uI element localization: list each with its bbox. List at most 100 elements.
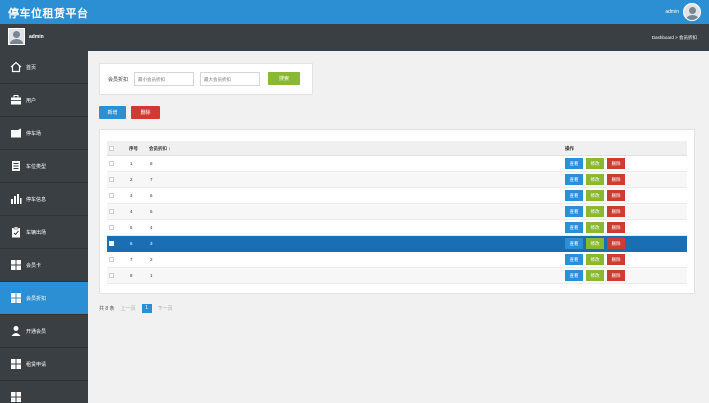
delete-row-button[interactable]: 删除 xyxy=(607,158,625,169)
cell-seq: 3 xyxy=(130,193,133,198)
view-button[interactable]: 查看 xyxy=(565,270,583,281)
prev-page-link[interactable]: 上一页 xyxy=(121,305,136,312)
search-button[interactable]: 搜索 xyxy=(268,72,300,85)
building-icon xyxy=(10,127,22,139)
sidebar-item-label: 停车场 xyxy=(26,130,42,137)
search-label: 会员折扣 xyxy=(108,77,129,83)
sidebar-item-lease-application[interactable]: 租赁申请 xyxy=(0,348,88,381)
add-button[interactable]: 新增 xyxy=(99,106,126,119)
view-button[interactable]: 查看 xyxy=(565,174,583,185)
cell-discount: 4 xyxy=(150,225,153,230)
avatar[interactable] xyxy=(683,3,701,21)
edit-button[interactable]: 修改 xyxy=(586,238,604,249)
sidebar-user: admin xyxy=(8,28,44,45)
table-row-selected[interactable]: 6 3 查看 修改 删除 xyxy=(107,236,687,252)
search-panel: 会员折扣 搜索 xyxy=(99,63,313,95)
table-header: 序号 会员折扣 ↕ 操作 xyxy=(107,141,687,156)
cell-discount: 3 xyxy=(150,241,153,246)
table-row[interactable]: 3 6 查看 修改 删除 xyxy=(107,188,687,204)
delete-row-button[interactable]: 删除 xyxy=(607,238,625,249)
sidebar-item-label: 会员卡 xyxy=(26,262,42,269)
delete-row-button[interactable]: 删除 xyxy=(607,270,625,281)
sidebar: 首页 用户 停车场 车位类型 停车信息 车辆出场 会员卡 会员折扣 开通会员 租… xyxy=(0,51,88,403)
top-user-menu[interactable]: admin xyxy=(665,2,701,22)
row-checkbox[interactable] xyxy=(109,161,114,166)
min-discount-input[interactable] xyxy=(134,72,194,86)
grid-icon xyxy=(10,292,22,304)
view-button[interactable]: 查看 xyxy=(565,190,583,201)
delete-row-button[interactable]: 删除 xyxy=(607,190,625,201)
sidebar-item-parking-lot[interactable]: 停车场 xyxy=(0,117,88,150)
current-page[interactable]: 1 xyxy=(141,303,152,313)
sidebar-item-label: 车位类型 xyxy=(26,163,47,170)
sidebar-item-users[interactable]: 用户 xyxy=(0,84,88,117)
sidebar-item-open-membership[interactable]: 开通会员 xyxy=(0,315,88,348)
delete-row-button[interactable]: 删除 xyxy=(607,174,625,185)
cell-seq: 1 xyxy=(130,161,133,166)
column-header-seq: 序号 xyxy=(129,146,138,151)
table-row[interactable]: 8 1 查看 修改 删除 xyxy=(107,268,687,284)
table-row[interactable]: 2 7 查看 修改 删除 xyxy=(107,172,687,188)
total-count: 共 8 条 xyxy=(99,305,115,312)
table-row[interactable]: 7 2 查看 修改 删除 xyxy=(107,252,687,268)
row-checkbox[interactable] xyxy=(109,225,114,230)
view-button[interactable]: 查看 xyxy=(565,158,583,169)
view-button[interactable]: 查看 xyxy=(565,254,583,265)
sidebar-item-label: 用户 xyxy=(26,97,37,104)
sidebar-item-label: 车辆出场 xyxy=(26,229,47,236)
sidebar-item-label: 停车信息 xyxy=(26,196,47,203)
cell-discount: 2 xyxy=(150,257,153,262)
table-row[interactable]: 4 5 查看 修改 删除 xyxy=(107,204,687,220)
edit-button[interactable]: 修改 xyxy=(586,190,604,201)
next-page-link[interactable]: 下一页 xyxy=(158,305,173,312)
grid-icon xyxy=(10,358,22,370)
data-table: 序号 会员折扣 ↕ 操作 1 8 查看 修改 删除 2 7 查看 修改 删除 3… xyxy=(99,129,695,294)
sidebar-item-parking-info[interactable]: 停车信息 xyxy=(0,183,88,216)
delete-row-button[interactable]: 删除 xyxy=(607,222,625,233)
cell-seq: 8 xyxy=(130,273,133,278)
breadcrumb[interactable]: Dashboard > 会员折扣 xyxy=(652,35,697,41)
sidebar-item-more[interactable] xyxy=(0,381,88,403)
row-checkbox[interactable] xyxy=(109,241,114,246)
sidebar-user-name: admin xyxy=(29,33,44,40)
user-icon xyxy=(10,325,22,337)
sidebar-item-label: 租赁申请 xyxy=(26,361,47,368)
clipboard-icon xyxy=(10,226,22,238)
grid-icon xyxy=(10,391,22,403)
cell-discount: 5 xyxy=(150,209,153,214)
edit-button[interactable]: 修改 xyxy=(586,174,604,185)
edit-button[interactable]: 修改 xyxy=(586,158,604,169)
cell-seq: 2 xyxy=(130,177,133,182)
row-checkbox[interactable] xyxy=(109,193,114,198)
cell-seq: 4 xyxy=(130,209,133,214)
delete-button[interactable]: 删除 xyxy=(131,106,160,119)
max-discount-input[interactable] xyxy=(200,72,260,86)
view-button[interactable]: 查看 xyxy=(565,206,583,217)
sidebar-item-space-type[interactable]: 车位类型 xyxy=(0,150,88,183)
edit-button[interactable]: 修改 xyxy=(586,222,604,233)
row-checkbox[interactable] xyxy=(109,177,114,182)
edit-button[interactable]: 修改 xyxy=(586,254,604,265)
sidebar-item-vehicle-exit[interactable]: 车辆出场 xyxy=(0,216,88,249)
column-header-discount[interactable]: 会员折扣 ↕ xyxy=(149,146,171,152)
sidebar-item-member-card[interactable]: 会员卡 xyxy=(0,249,88,282)
delete-row-button[interactable]: 删除 xyxy=(607,206,625,217)
view-button[interactable]: 查看 xyxy=(565,238,583,249)
table-row[interactable]: 5 4 查看 修改 删除 xyxy=(107,220,687,236)
row-checkbox[interactable] xyxy=(109,209,114,214)
delete-row-button[interactable]: 删除 xyxy=(607,254,625,265)
cell-discount: 6 xyxy=(150,193,153,198)
table-row[interactable]: 1 8 查看 修改 删除 xyxy=(107,156,687,172)
bar-chart-icon xyxy=(10,193,22,205)
top-user-name[interactable]: admin xyxy=(665,9,679,15)
view-button[interactable]: 查看 xyxy=(565,222,583,233)
row-checkbox[interactable] xyxy=(109,273,114,278)
edit-button[interactable]: 修改 xyxy=(586,270,604,281)
edit-button[interactable]: 修改 xyxy=(586,206,604,217)
pagination: 共 8 条 上一页 1 下一页 xyxy=(99,302,173,314)
row-checkbox[interactable] xyxy=(109,257,114,262)
cell-discount: 1 xyxy=(150,273,153,278)
sidebar-item-home[interactable]: 首页 xyxy=(0,51,88,84)
sidebar-item-member-discount[interactable]: 会员折扣 xyxy=(0,282,88,315)
select-all-checkbox[interactable] xyxy=(109,146,114,151)
